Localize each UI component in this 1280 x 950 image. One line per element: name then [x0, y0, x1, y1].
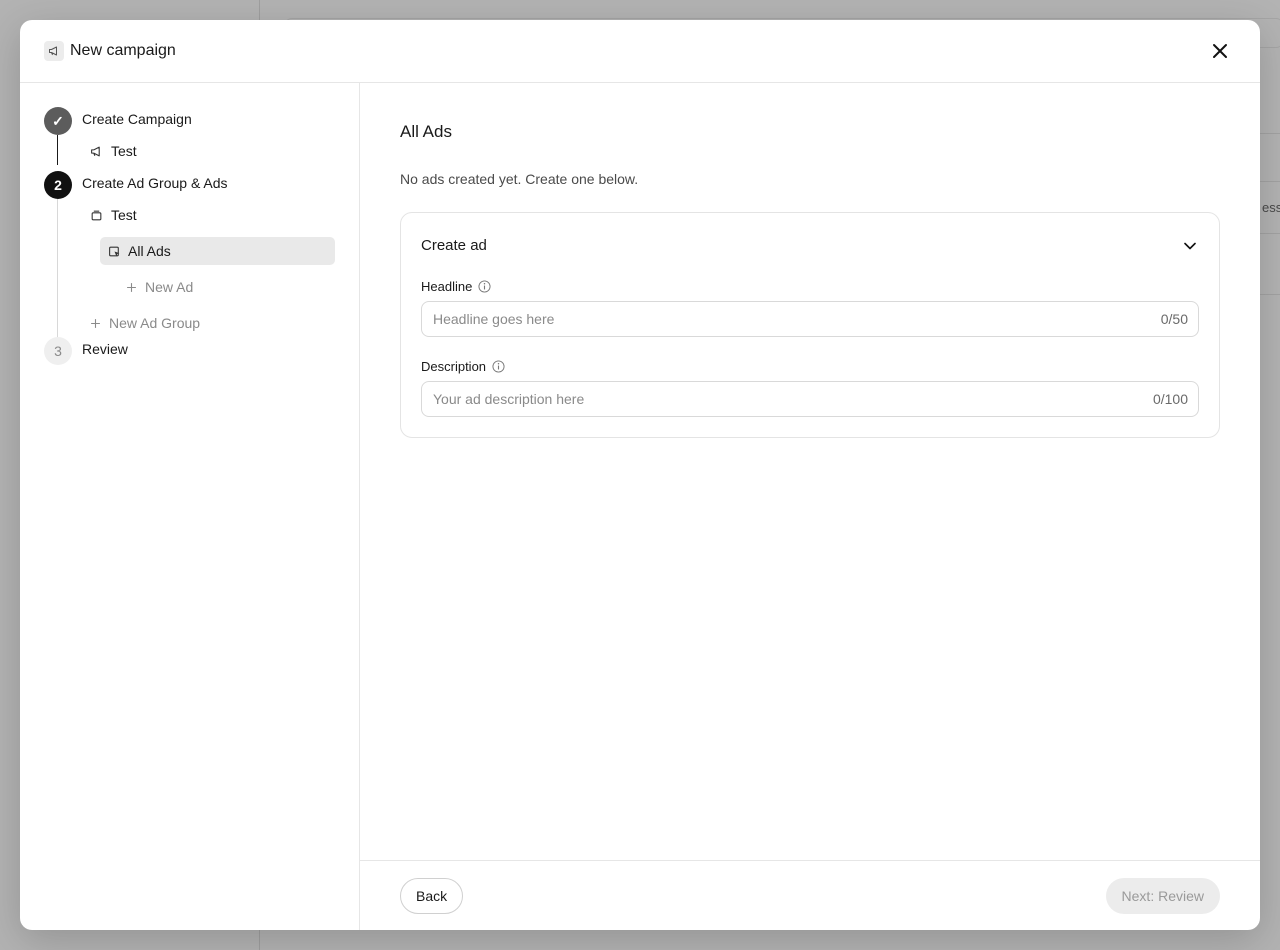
- step-3-number: 3: [44, 337, 72, 365]
- new-ad-group-button[interactable]: New Ad Group: [90, 313, 200, 333]
- card-title: Create ad: [421, 237, 487, 254]
- step-create-campaign[interactable]: Create Campaign: [82, 111, 192, 127]
- tree-item-label: All Ads: [128, 243, 171, 259]
- dialog-title: New campaign: [70, 42, 176, 59]
- step-1-check-icon: ✓: [44, 107, 72, 135]
- step-review[interactable]: Review: [82, 341, 128, 357]
- back-button[interactable]: Back: [400, 878, 464, 914]
- headline-field[interactable]: 0/50: [421, 301, 1199, 337]
- step-connector: [57, 199, 58, 339]
- steps-sidebar: ✓ Create Campaign Test 2 Create Ad Group…: [20, 83, 360, 930]
- headline-label-text: Headline: [421, 279, 473, 294]
- tree-item-label: Test: [111, 207, 137, 223]
- dialog-footer: Back Next: Review: [360, 860, 1260, 930]
- description-input[interactable]: [433, 391, 1153, 407]
- tree-item-campaign[interactable]: Test: [90, 141, 137, 161]
- empty-state-text: No ads created yet. Create one below.: [400, 171, 639, 187]
- step-2-number: 2: [44, 171, 72, 199]
- plus-icon: [127, 282, 136, 292]
- description-label-text: Description: [421, 359, 487, 374]
- close-icon[interactable]: [1208, 39, 1232, 63]
- tree-item-all-ads[interactable]: All Ads: [100, 237, 335, 265]
- new-ad-button[interactable]: New Ad: [126, 277, 193, 297]
- new-ad-group-label: New Ad Group: [109, 315, 201, 331]
- page-title: All Ads: [400, 122, 452, 141]
- plus-icon: [91, 318, 100, 328]
- megaphone-icon: [44, 41, 64, 61]
- headline-input[interactable]: [433, 311, 1161, 327]
- step-connector: [57, 135, 58, 165]
- headline-label: Headline: [421, 279, 491, 294]
- info-icon[interactable]: [492, 360, 505, 373]
- info-icon[interactable]: [478, 280, 491, 293]
- main-content: All Ads No ads created yet. Create one b…: [360, 83, 1260, 930]
- description-label: Description: [421, 359, 505, 374]
- next-review-button[interactable]: Next: Review: [1105, 878, 1220, 914]
- ads-list-icon: [109, 246, 120, 256]
- description-counter: 0/100: [1152, 391, 1188, 407]
- tree-item-ad-group[interactable]: Test: [90, 205, 137, 225]
- chevron-down-icon[interactable]: [1181, 237, 1199, 255]
- headline-counter: 0/50: [1160, 311, 1188, 327]
- layers-icon: [91, 210, 102, 220]
- megaphone-icon: [91, 146, 100, 156]
- new-ad-label: New Ad: [145, 279, 194, 295]
- new-campaign-dialog: New campaign ✓ Create Campaign Test 2 Cr…: [20, 20, 1260, 930]
- tree-item-label: Test: [111, 143, 137, 159]
- dialog-header: New campaign: [20, 20, 1260, 83]
- step-create-ad-group[interactable]: Create Ad Group & Ads: [82, 175, 228, 191]
- dialog-body: ✓ Create Campaign Test 2 Create Ad Group…: [20, 83, 1260, 930]
- background-table-header: essi: [1262, 200, 1280, 215]
- create-ad-card: Create ad Headline 0/50 Description: [400, 212, 1220, 438]
- description-field[interactable]: 0/100: [421, 381, 1199, 417]
